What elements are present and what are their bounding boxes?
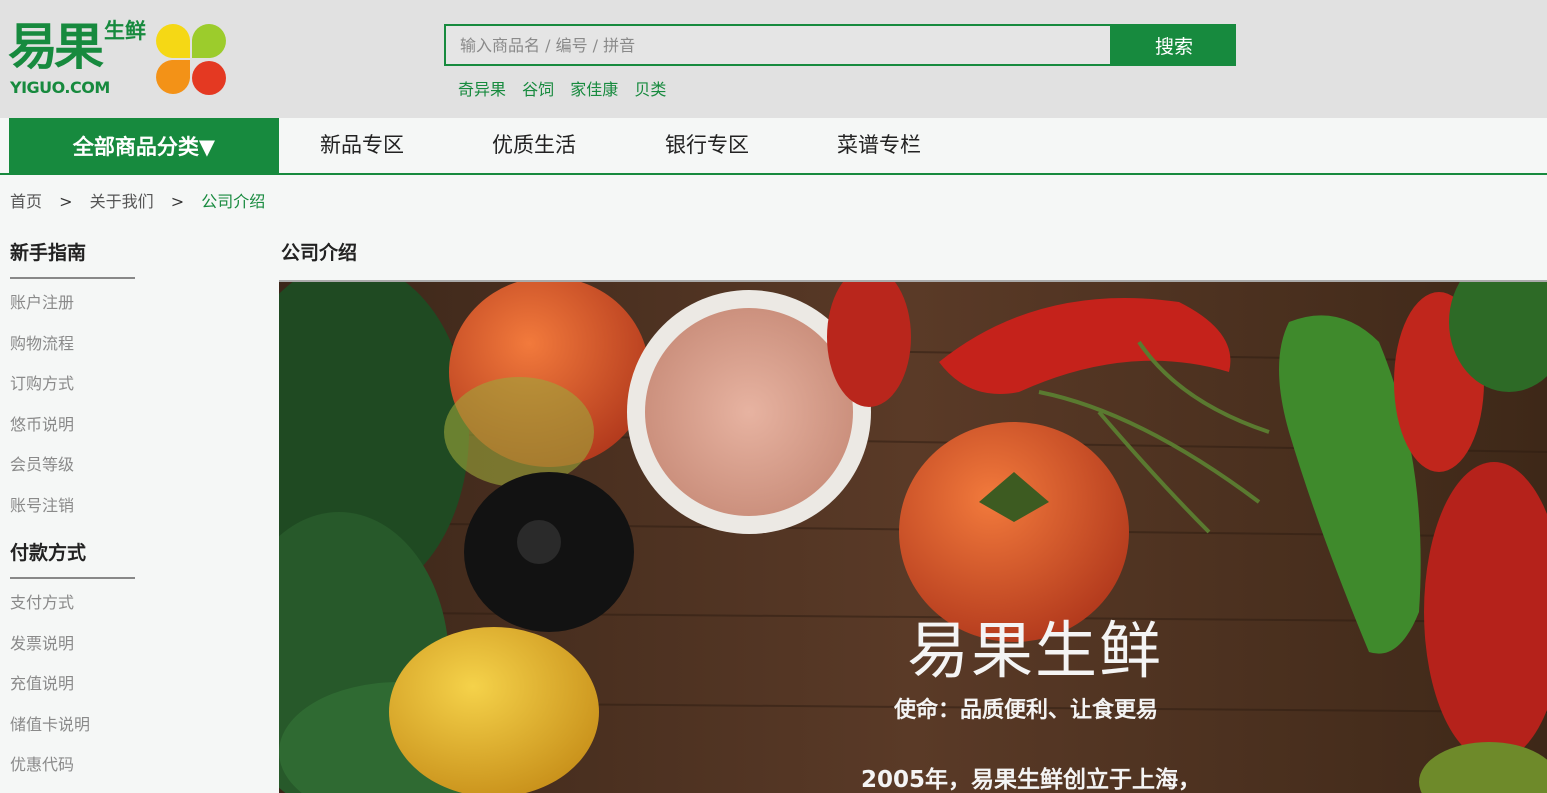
breadcrumb-separator: > [59, 192, 73, 211]
sidebar-item-member-level[interactable]: 会员等级 [10, 449, 135, 490]
logo-clover-icon [156, 24, 226, 95]
breadcrumb-separator: > [170, 192, 185, 211]
sidebar-item-invoice[interactable]: 发票说明 [10, 628, 135, 669]
banner-subtitle: 使命：品质便利、让食更易 [894, 698, 1159, 723]
logo-cn: 易果 [8, 18, 104, 76]
nav-item-quality-life[interactable]: 优质生活 [492, 118, 576, 173]
company-banner: 易果生鲜 使命：品质便利、让食更易 2005年，易果生鲜创立于上海， [279, 282, 1547, 793]
search-button[interactable]: 搜索 [1112, 24, 1236, 66]
hot-keyword-link[interactable]: 奇异果 [458, 80, 506, 99]
page-title: 公司介绍 [281, 242, 358, 264]
hot-keyword-link[interactable]: 贝类 [634, 80, 666, 99]
hot-keyword-link[interactable]: 家佳康 [570, 80, 618, 99]
sidebar-group-title: 新手指南 [10, 238, 135, 279]
nav-item-new[interactable]: 新品专区 [320, 118, 404, 173]
breadcrumb-home[interactable]: 首页 [10, 192, 42, 211]
all-categories-button[interactable]: 全部商品分类▼ [9, 118, 279, 175]
search-bar: 搜索 [444, 24, 1236, 66]
banner-text: 2005年，易果生鲜创立于上海， [861, 767, 1202, 793]
search-input[interactable] [444, 24, 1112, 66]
sidebar-item-shopping-flow[interactable]: 购物流程 [10, 328, 135, 369]
breadcrumb-current: 公司介绍 [201, 192, 266, 211]
sidebar-item-cancel-account[interactable]: 账号注销 [10, 490, 135, 531]
logo-en: YIGUO.COM [10, 78, 110, 97]
sidebar-item-coin[interactable]: 悠币说明 [10, 409, 135, 450]
sidebar-group-title: 付款方式 [10, 538, 135, 579]
site-logo[interactable]: 易果 生鲜 YIGUO.COM [8, 18, 232, 100]
sidebar-item-stored-card[interactable]: 储值卡说明 [10, 709, 135, 750]
hot-keyword-link[interactable]: 谷饲 [522, 80, 554, 99]
sidebar-group-guide: 新手指南 账户注册 购物流程 订购方式 悠币说明 会员等级 账号注销 [10, 238, 135, 530]
logo-cn-sub: 生鲜 [104, 19, 146, 43]
sidebar-item-register[interactable]: 账户注册 [10, 287, 135, 328]
banner-title: 易果生鲜 [907, 614, 1164, 687]
sidebar: 新手指南 账户注册 购物流程 订购方式 悠币说明 会员等级 账号注销 付款方式 … [10, 238, 135, 790]
sidebar-item-recharge[interactable]: 充值说明 [10, 668, 135, 709]
site-header: 易果 生鲜 YIGUO.COM 搜索 奇异果 谷饲 家佳康 贝类 [0, 0, 1547, 118]
hot-keywords: 奇异果 谷饲 家佳康 贝类 [458, 76, 677, 100]
nav-item-bank[interactable]: 银行专区 [665, 118, 749, 173]
sidebar-item-order-method[interactable]: 订购方式 [10, 368, 135, 409]
nav-item-recipes[interactable]: 菜谱专栏 [837, 118, 921, 173]
sidebar-item-pay-method[interactable]: 支付方式 [10, 587, 135, 628]
sidebar-item-coupon-code[interactable]: 优惠代码 [10, 749, 135, 790]
sidebar-group-payment: 付款方式 支付方式 发票说明 充值说明 储值卡说明 优惠代码 [10, 538, 135, 790]
breadcrumb: 首页 > 关于我们 > 公司介绍 [10, 188, 265, 212]
breadcrumb-about[interactable]: 关于我们 [90, 192, 154, 211]
main-nav: 全部商品分类▼ 新品专区 优质生活 银行专区 菜谱专栏 [0, 118, 1547, 175]
